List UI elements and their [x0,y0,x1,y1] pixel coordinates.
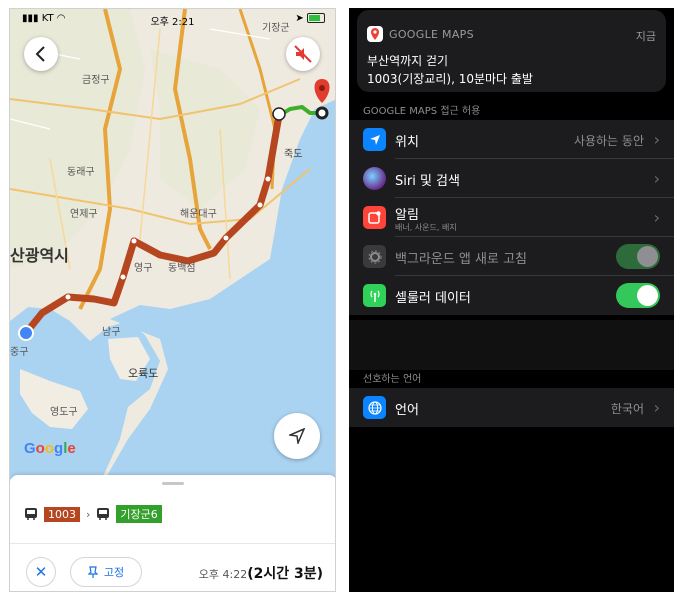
chevron-right-icon: › [653,169,660,188]
status-time: 오후 2:21 [150,17,195,28]
row-label: 알림 [395,208,419,223]
pin-button[interactable]: 고정 [70,557,142,587]
divider [10,543,335,544]
notification-time: 지금 [635,30,656,43]
notification-icon [363,206,386,229]
cellular-data-toggle[interactable] [616,283,660,308]
notification-app-name: GOOGLE MAPS [389,28,474,41]
map-label-namgu: 남구 [102,326,120,338]
map-label-dongrae: 동래구 [67,166,95,178]
recenter-button[interactable] [274,413,320,459]
eta-time: 오후 4:22 [198,568,248,581]
chevron-right-icon: › [653,398,660,417]
map-label-dongbaek: 동백섬 [168,262,196,274]
row-notifications[interactable]: 알림 배너, 사운드, 배지 › [349,198,674,237]
row-cellular-data[interactable]: 셀룰러 데이터 [349,276,674,315]
map-label-jukdo: 죽도 [284,148,302,160]
spacer [349,320,674,370]
chevron-right-icon: › [653,130,660,149]
row-location[interactable]: 위치 사용하는 동안 › [349,120,674,159]
notification-body: 1003(기장교리), 10분마다 출발 [367,72,533,86]
map-label-haeundae: 해운대구 [180,207,217,220]
gear-icon [363,245,386,268]
sheet-handle[interactable] [162,482,184,485]
map-label-busan: 산광역시 [10,246,69,265]
background-refresh-toggle [616,244,660,269]
section-header-language: 선호하는 언어 [363,374,422,385]
mute-button[interactable] [286,37,320,71]
route-summary[interactable]: 1003 › 기장군6 [24,505,162,523]
svg-text:Google: Google [24,440,76,457]
row-language[interactable]: 언어 한국어 › [349,388,674,427]
notification-title: 부산역까지 걷기 [367,54,449,68]
row-siri-search[interactable]: Siri 및 검색 › [349,159,674,198]
map-label-junggu: 중구 [10,346,28,358]
route-sheet[interactable]: 1003 › 기장군6 ✕ 고정 오후 4:22(2시간 3분) [10,475,335,591]
speaker-muted-icon [294,45,312,63]
section-header-access: GOOGLE MAPS 접근 허용 [363,106,481,117]
google-maps-screen: 기장군 금정구 동래구 연제구 산광역시 해운대구 죽도 영구 동백섬 남구 오… [9,8,336,592]
globe-icon [363,396,386,419]
settings-screen: GOOGLE MAPS 지금 부산역까지 걷기 1003(기장교리), 10분마… [349,8,674,592]
google-maps-app-icon [367,26,383,42]
map-label-yeonje: 연제구 [70,208,98,220]
cellular-icon [363,284,386,307]
map-label-geumjeong: 금정구 [82,74,110,86]
google-logo: Google [24,440,76,457]
bus-1003-badge: 1003 [44,506,80,522]
navigation-arrow-icon [289,428,305,444]
eta: 오후 4:22(2시간 3분) [199,563,323,583]
row-label: 언어 [395,403,419,418]
row-label: 백그라운드 앱 새로 고침 [395,252,527,267]
pin-label: 고정 [103,566,125,579]
current-location-dot [18,325,34,341]
row-label: 셀룰러 데이터 [395,291,471,306]
map-view[interactable]: 기장군 금정구 동래구 연제구 산광역시 해운대구 죽도 영구 동백섬 남구 오… [10,9,336,479]
siri-icon [363,167,386,190]
notification-banner[interactable]: GOOGLE MAPS 지금 부산역까지 걷기 1003(기장교리), 10분마… [357,10,666,92]
language-group: 언어 한국어 › [349,388,674,427]
eta-duration: (2시간 3분) [247,566,323,582]
close-button[interactable]: ✕ [26,557,56,587]
map-label-yeongdogu: 영도구 [50,406,78,418]
close-icon: ✕ [34,563,48,581]
row-label: Siri 및 검색 [395,174,460,189]
location-services-icon: ➤ [295,13,304,24]
chevron-left-icon [35,46,45,62]
location-arrow-icon [363,128,386,151]
back-button[interactable] [24,37,58,71]
transfer-point [272,107,286,121]
bus-icon [97,508,110,520]
chevron-right-icon: › [86,507,91,521]
map-label-yeonggu: 영구 [134,262,152,274]
row-background-refresh: 백그라운드 앱 새로 고침 [349,237,674,276]
chevron-right-icon: › [653,208,660,227]
row-sublabel: 배너, 사운드, 배지 [395,223,457,232]
row-label: 위치 [395,135,419,150]
row-value: 사용하는 동안 [573,134,644,148]
battery-icon [307,13,325,23]
row-value: 한국어 [610,402,644,416]
destination-stop [315,106,329,120]
map-label-oryukdo: 오륙도 [128,367,158,380]
status-bar: ▮▮▮ KT ◠ 오후 2:21 ➤ [10,9,335,31]
bus-icon [25,508,37,520]
pin-icon [87,566,98,578]
permissions-group: 위치 사용하는 동안 › Siri 및 검색 › 알림 배너, 사운드, 배지 … [349,120,674,315]
bus-gijang6-badge: 기장군6 [116,505,162,523]
